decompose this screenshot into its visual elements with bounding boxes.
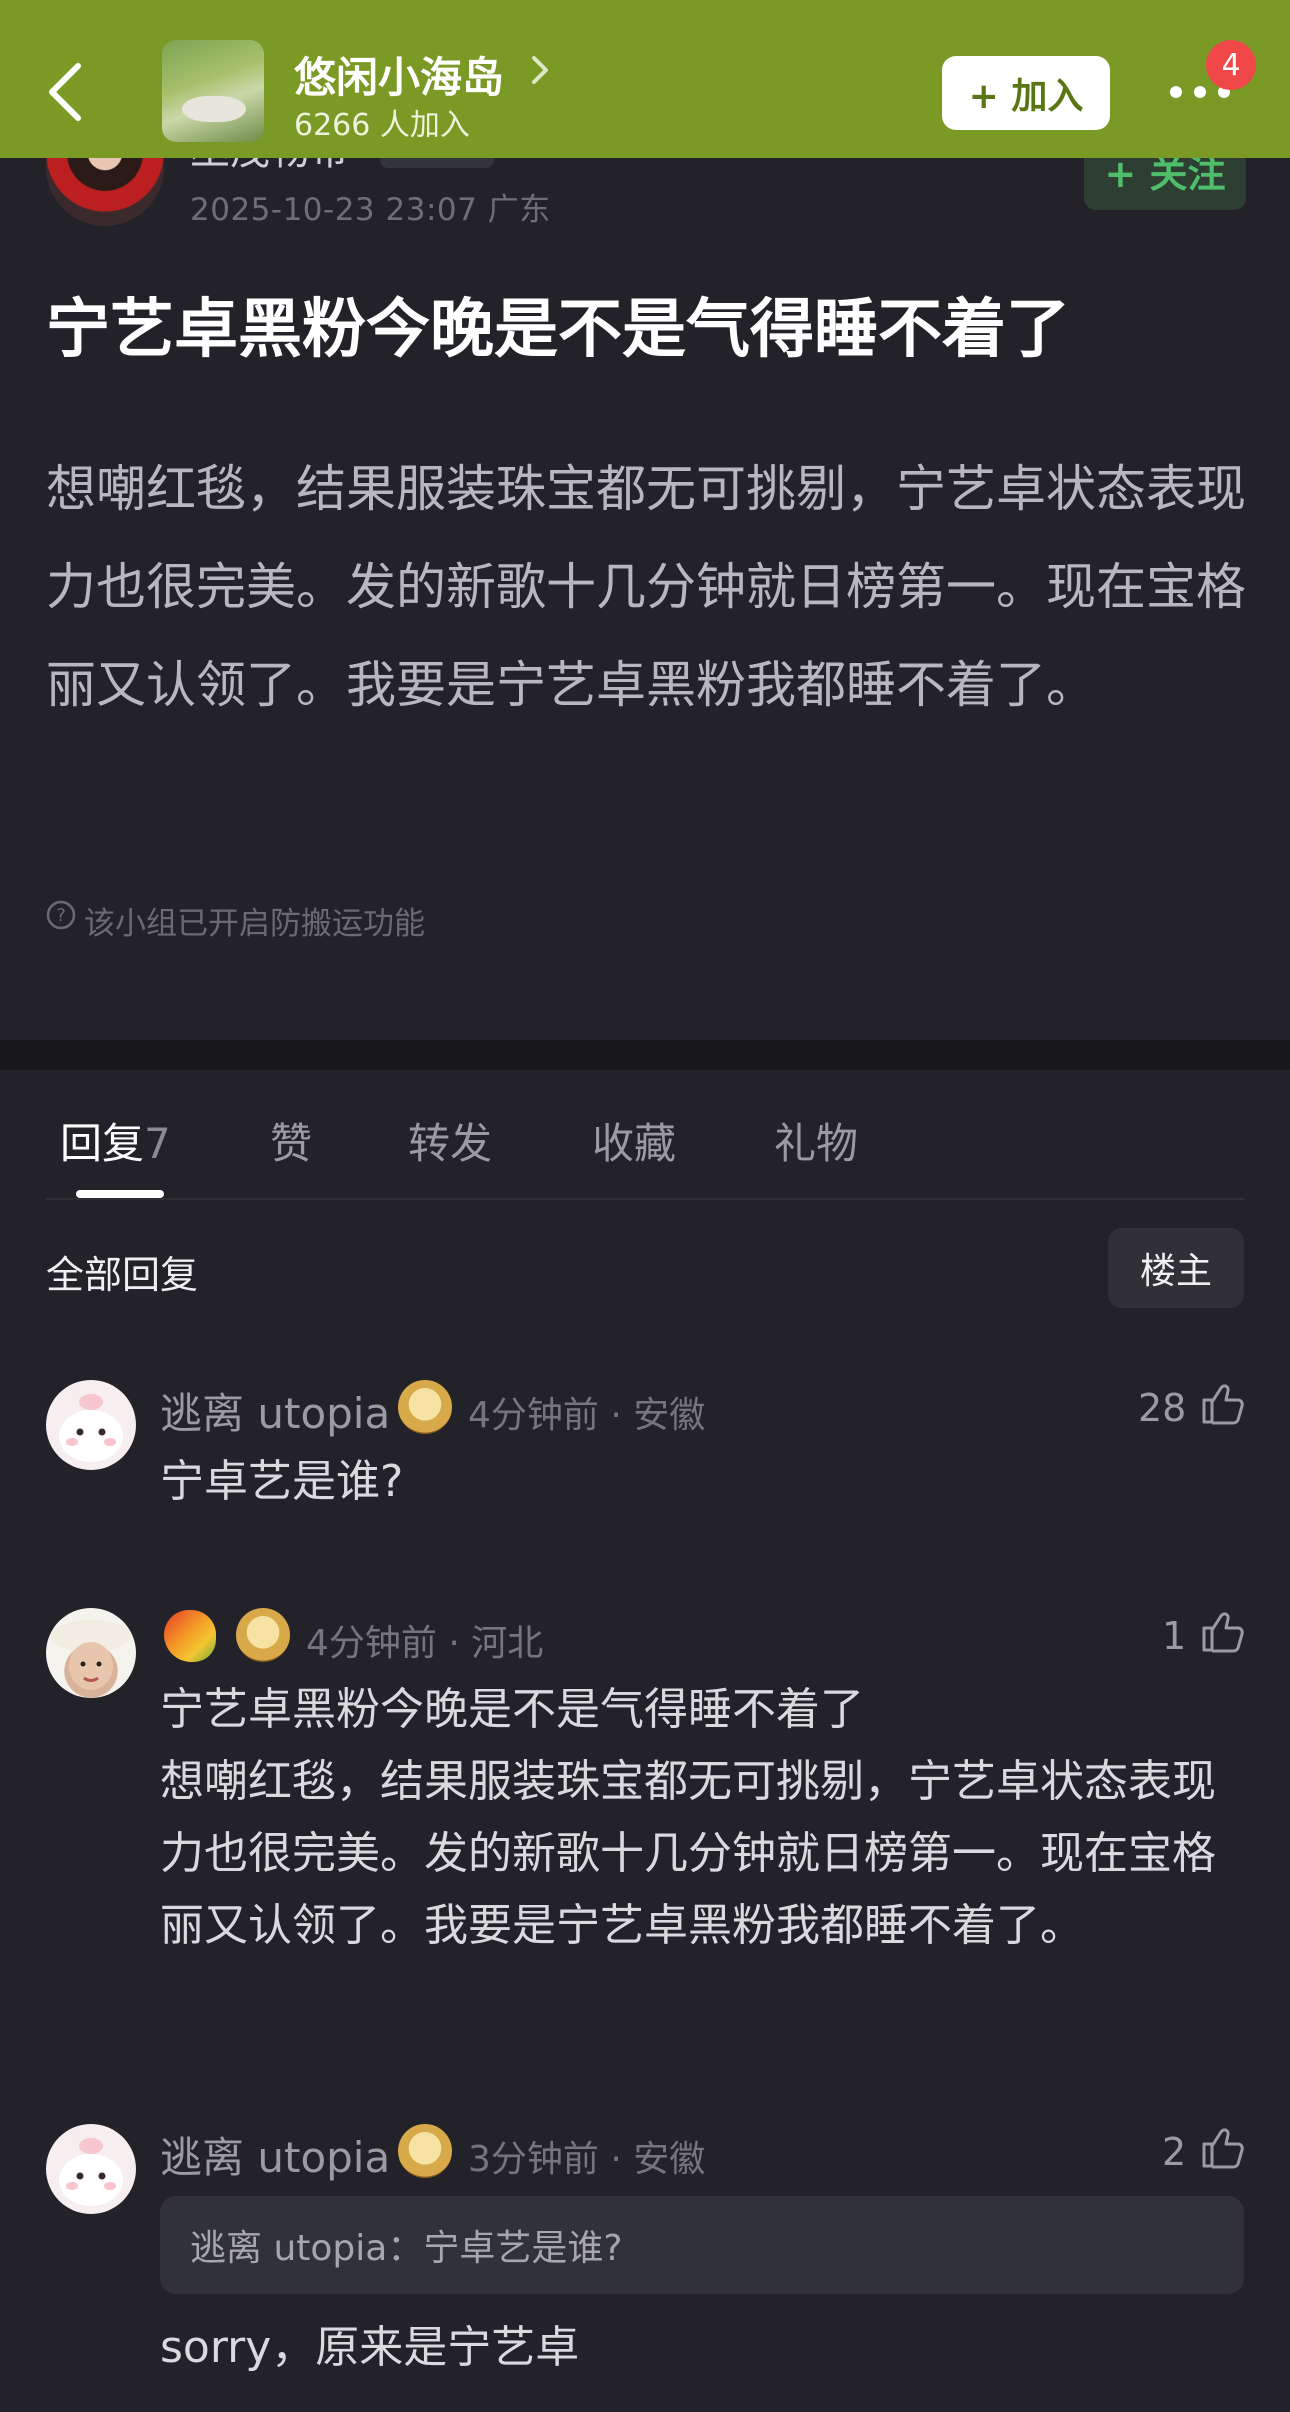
like-count: 2 <box>1162 2130 1187 2174</box>
bunny-avatar-icon <box>59 2138 123 2206</box>
mango-badge-icon <box>164 1610 216 1662</box>
thumbs-up-icon[interactable] <box>1198 1380 1246 1428</box>
post-title: 宁艺卓黑粉今晚是不是气得睡不着了 <box>46 293 1070 367</box>
all-replies-heading: 全部回复 <box>46 1253 199 1297</box>
comment-author-name[interactable]: 逃离 utopia <box>160 2124 390 2185</box>
avatar[interactable] <box>46 1608 136 1698</box>
thumbs-up-icon[interactable] <box>1198 2124 1246 2172</box>
svg-text:?: ? <box>56 905 66 926</box>
post-meta: 2025-10-23 23:07 广东 <box>190 192 551 228</box>
comment-meta: 3分钟前 · 安徽 <box>468 2139 706 2180</box>
tab-replies[interactable]: 回复7 <box>60 1110 171 1171</box>
bunny-avatar-icon <box>59 1394 123 1462</box>
anti-repost-notice: 该小组已开启防搬运功能 <box>84 906 425 942</box>
active-tab-indicator <box>76 1190 164 1198</box>
back-icon[interactable] <box>44 60 88 124</box>
tab-replies-count: 7 <box>144 1119 171 1168</box>
section-divider <box>0 1040 1290 1070</box>
group-member-count: 6266 人加入 <box>294 108 470 143</box>
like-count: 1 <box>1162 1614 1187 1658</box>
tab-likes[interactable]: 赞 <box>270 1110 312 1171</box>
question-circle-icon: ? <box>46 900 76 930</box>
lantern-badge-icon <box>236 1608 290 1662</box>
comment-text: sorry，原来是宁艺卓 <box>160 2322 580 2373</box>
op-only-filter-button[interactable]: 楼主 <box>1108 1228 1244 1308</box>
join-group-button[interactable]: + 加入 <box>942 56 1110 130</box>
notification-badge: 4 <box>1206 40 1256 90</box>
post-body: 想嘲红毯，结果服装珠宝都无可挑剔，宁艺卓状态表现力也很完美。发的新歌十几分钟就日… <box>46 460 1246 714</box>
hat-girl-avatar-icon <box>51 1620 131 1690</box>
quoted-reply[interactable]: 逃离 utopia：宁卓艺是谁? <box>160 2196 1244 2294</box>
lantern-badge-icon <box>398 2124 452 2178</box>
boat-image <box>182 96 246 122</box>
tab-reposts[interactable]: 转发 <box>408 1110 492 1171</box>
tabs-divider <box>46 1198 1244 1200</box>
thumbs-up-icon[interactable] <box>1198 1608 1246 1656</box>
like-count: 28 <box>1138 1386 1187 1430</box>
avatar[interactable] <box>46 1380 136 1470</box>
tab-favorites[interactable]: 收藏 <box>592 1110 676 1171</box>
group-thumbnail[interactable] <box>162 40 264 142</box>
quoted-reply-text: 逃离 utopia：宁卓艺是谁? <box>190 2228 623 2269</box>
tab-gifts[interactable]: 礼物 <box>774 1110 858 1171</box>
comment-meta: 4分钟前 · 安徽 <box>468 1395 706 1436</box>
comment-meta: 4分钟前 · 河北 <box>306 1623 544 1664</box>
group-name[interactable]: 悠闲小海岛 <box>294 44 504 105</box>
lantern-badge-icon <box>398 1380 452 1434</box>
tab-replies-label: 回复 <box>60 1119 145 1168</box>
comment-text: 宁卓艺是谁? <box>160 1456 404 1507</box>
chevron-right-icon[interactable] <box>528 52 552 88</box>
avatar[interactable] <box>46 2124 136 2214</box>
comment-author-name[interactable]: 逃离 utopia <box>160 1380 390 1441</box>
comment-text: 宁艺卓黑粉今晚是不是气得睡不着了 想嘲红毯，结果服装珠宝都无可挑剔，宁艺卓状态表… <box>160 1684 1216 1951</box>
